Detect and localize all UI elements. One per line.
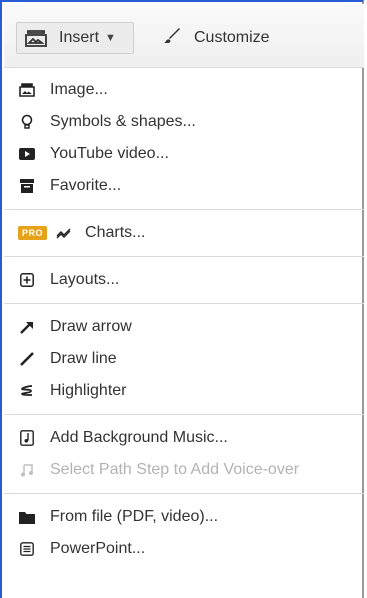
- menu-item-image[interactable]: Image...: [4, 74, 364, 106]
- image-icon: [18, 81, 36, 99]
- image-icon: [23, 28, 49, 48]
- chevron-down-icon: ▼: [105, 32, 116, 44]
- menu-item-from-file[interactable]: From file (PDF, video)...: [4, 501, 364, 533]
- brush-icon: [162, 26, 182, 51]
- toolbar: Insert ▼ Customize: [4, 4, 364, 68]
- menu-item-add-background-music[interactable]: Add Background Music...: [4, 422, 364, 454]
- menu-item-select-path-step-voice-over: Select Path Step to Add Voice-over: [4, 454, 364, 486]
- menu-separator: [4, 414, 364, 415]
- menu-item-label: Draw line: [50, 350, 117, 367]
- menu-item-label: From file (PDF, video)...: [50, 508, 219, 525]
- menu-separator: [4, 209, 364, 210]
- menu-item-label: Layouts...: [50, 271, 120, 288]
- menu-item-label: Draw arrow: [50, 318, 132, 335]
- line-icon: [18, 350, 36, 368]
- customize-button[interactable]: Customize: [162, 22, 270, 54]
- menu-separator: [4, 256, 364, 257]
- menu-item-label: YouTube video...: [50, 145, 169, 162]
- customize-label: Customize: [194, 29, 270, 46]
- plus-box-icon: [18, 271, 36, 289]
- menu-item-highlighter[interactable]: Highlighter: [4, 375, 364, 407]
- menu-item-charts[interactable]: PRO Charts...: [4, 217, 364, 249]
- music-note-icon: [18, 461, 36, 479]
- menu-item-youtube-video[interactable]: YouTube video...: [4, 138, 364, 170]
- insert-label: Insert: [59, 29, 100, 46]
- menu-item-layouts[interactable]: Layouts...: [4, 264, 364, 296]
- insert-menu-window: Insert ▼ Customize Image... Symbols & sh…: [0, 0, 364, 598]
- archive-box-icon: [18, 177, 36, 195]
- menu-item-draw-line[interactable]: Draw line: [4, 343, 364, 375]
- menu-separator: [4, 303, 364, 304]
- list-box-icon: [18, 540, 36, 558]
- menu-item-label: Highlighter: [50, 382, 127, 399]
- menu-item-favorite[interactable]: Favorite...: [4, 170, 364, 202]
- insert-button[interactable]: Insert ▼: [16, 22, 134, 54]
- menu-item-label: Select Path Step to Add Voice-over: [50, 461, 300, 478]
- insert-dropdown-menu: Image... Symbols & shapes... YouTube vid…: [4, 68, 364, 565]
- menu-item-label: PowerPoint...: [50, 540, 146, 557]
- menu-item-label: Charts...: [85, 224, 146, 241]
- menu-separator: [4, 493, 364, 494]
- youtube-icon: [18, 145, 36, 163]
- music-file-icon: [18, 429, 36, 447]
- menu-item-label: Image...: [50, 81, 108, 98]
- menu-item-label: Add Background Music...: [50, 429, 228, 446]
- pro-badge: PRO: [18, 226, 48, 240]
- menu-item-symbols-shapes[interactable]: Symbols & shapes...: [4, 106, 364, 138]
- folder-icon: [18, 508, 36, 526]
- menu-item-powerpoint[interactable]: PowerPoint...: [4, 533, 364, 565]
- menu-item-label: Favorite...: [50, 177, 122, 194]
- menu-item-label: Symbols & shapes...: [50, 113, 196, 130]
- chart-line-icon: [55, 224, 73, 242]
- highlighter-icon: [18, 382, 36, 400]
- arrow-icon: [18, 318, 36, 336]
- lightbulb-icon: [18, 113, 36, 131]
- menu-item-draw-arrow[interactable]: Draw arrow: [4, 311, 364, 343]
